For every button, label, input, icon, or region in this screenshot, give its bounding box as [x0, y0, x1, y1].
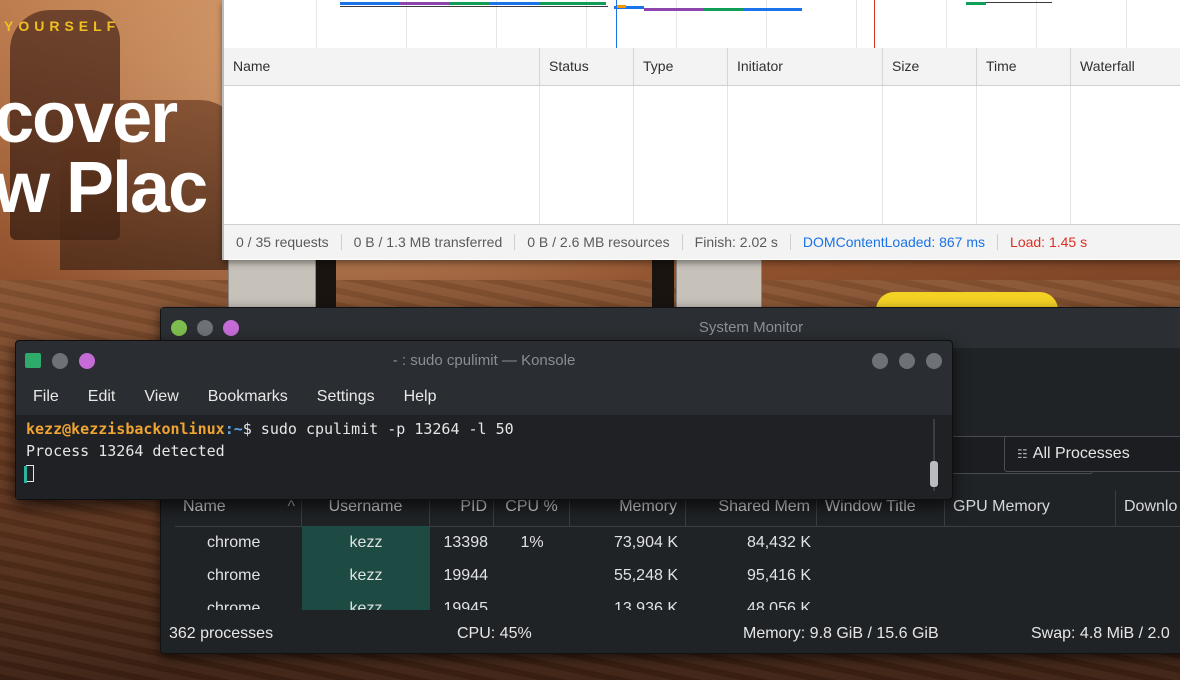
konsole-titlebar[interactable]: - : sudo cpulimit — Konsole: [16, 341, 952, 379]
terminal-command: sudo cpulimit -p 13264 -l 50: [251, 420, 514, 438]
load-marker: [874, 0, 875, 48]
terminal-output-line: Process 13264 detected: [26, 442, 225, 460]
cpu-usage: CPU: 45%: [457, 625, 532, 642]
terminal-command-line: kezz@kezzisbackonlinux:~$ sudo cpulimit …: [26, 418, 936, 440]
menu-edit[interactable]: Edit: [71, 388, 128, 406]
column-header-waterfall[interactable]: Waterfall: [1071, 48, 1180, 85]
list-icon: ☷: [1017, 447, 1028, 461]
menu-help[interactable]: Help: [387, 388, 449, 406]
system-monitor-status-bar: 362 processes CPU: 45% Memory: 9.8 GiB /…: [161, 616, 1180, 652]
column-header-gpu-memory[interactable]: GPU Memory: [945, 490, 1116, 526]
column-header-size[interactable]: Size: [883, 48, 977, 85]
menu-settings[interactable]: Settings: [300, 388, 387, 406]
konsole-menubar: File Edit View Bookmarks Settings Help: [16, 379, 952, 415]
column-header-name[interactable]: Name: [224, 48, 540, 85]
text-cursor: [24, 465, 34, 483]
prompt-path: :~: [224, 420, 243, 438]
menu-bookmarks[interactable]: Bookmarks: [191, 388, 300, 406]
column-header-download[interactable]: Downlo: [1116, 490, 1180, 526]
stone-block: [228, 258, 316, 310]
filter-label: All Processes: [1032, 445, 1130, 462]
hero-tagline: YOURSELF: [4, 18, 121, 34]
load-time: Load: 1.45 s: [1010, 234, 1088, 250]
maximize-button[interactable]: [899, 353, 915, 369]
finish-time: Finish: 2.02 s: [683, 234, 791, 250]
dcl-marker: [616, 0, 617, 48]
network-summary-bar: 0 / 35 requests 0 B / 1.3 MB transferred…: [224, 224, 1180, 259]
terminal-input-line: [24, 462, 936, 484]
stone-block: [676, 258, 762, 310]
dom-content-loaded-time: DOMContentLoaded: 867 ms: [791, 234, 999, 250]
menu-view[interactable]: View: [127, 388, 190, 406]
network-request-list: [224, 86, 1180, 224]
table-row[interactable]: chrome kezz 13398 1% 73,904 K 84,432 K: [175, 526, 1180, 559]
column-header-initiator[interactable]: Initiator: [728, 48, 883, 85]
prompt-symbol: $: [242, 420, 252, 438]
column-header-status[interactable]: Status: [540, 48, 634, 85]
window-title: - : sudo cpulimit — Konsole: [392, 352, 576, 369]
process-filter-dropdown[interactable]: ☷ All Processes: [1004, 436, 1180, 472]
prompt-user: kezz@kezzisbackonlinux: [26, 420, 225, 438]
column-header-time[interactable]: Time: [977, 48, 1071, 85]
hero-heading-line2: w Plac: [0, 148, 208, 228]
terminal-scrollbar[interactable]: [928, 419, 940, 491]
close-button[interactable]: [926, 353, 942, 369]
requests-count: 0 / 35 requests: [224, 234, 342, 250]
pillar: [316, 258, 336, 308]
swap-usage: Swap: 4.8 MiB / 2.0: [1031, 625, 1170, 642]
terminal-output[interactable]: kezz@kezzisbackonlinux:~$ sudo cpulimit …: [16, 415, 936, 499]
menu-file[interactable]: File: [16, 388, 71, 406]
resources-size: 0 B / 2.6 MB resources: [515, 234, 683, 250]
minimize-button[interactable]: [872, 353, 888, 369]
process-count: 362 processes: [169, 625, 274, 642]
devtools-network-panel: Name Status Type Initiator Size Time Wat…: [222, 0, 1180, 260]
konsole-window: - : sudo cpulimit — Konsole File Edit Vi…: [15, 340, 953, 500]
transferred-size: 0 B / 1.3 MB transferred: [342, 234, 516, 250]
scrollbar-thumb[interactable]: [930, 461, 938, 487]
memory-usage: Memory: 9.8 GiB / 15.6 GiB: [743, 625, 939, 642]
window-title: System Monitor: [698, 319, 804, 336]
pillar: [652, 258, 674, 308]
table-row[interactable]: chrome kezz 19944 55,248 K 95,416 K: [175, 559, 1180, 592]
network-table-header: Name Status Type Initiator Size Time Wat…: [224, 48, 1180, 86]
column-header-type[interactable]: Type: [634, 48, 728, 85]
network-overview-timeline[interactable]: [224, 0, 1180, 49]
table-row[interactable]: chrome kezz 19945 13,936 K 48,056 K: [175, 592, 1180, 610]
hero-heading-line1: cover: [0, 78, 178, 158]
